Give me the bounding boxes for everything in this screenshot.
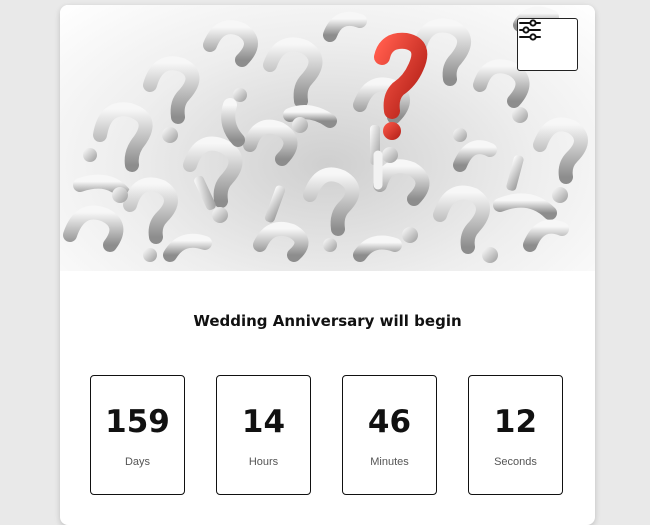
sliders-icon: [519, 19, 541, 41]
hours-tile: 14 Hours: [216, 375, 311, 495]
seconds-label: Seconds: [494, 456, 537, 468]
minutes-tile: 46 Minutes: [342, 375, 437, 495]
countdown-card: Wedding Anniversary will begin 159 Days …: [60, 5, 595, 525]
seconds-value: 12: [493, 404, 538, 440]
hours-value: 14: [241, 404, 286, 440]
minutes-value: 46: [367, 404, 412, 440]
seconds-tile: 12 Seconds: [468, 375, 563, 495]
question-marks-illustration: [63, 6, 588, 263]
hero-image: [60, 5, 595, 271]
hours-label: Hours: [248, 456, 279, 468]
minutes-label: Minutes: [370, 456, 409, 468]
days-tile: 159 Days: [90, 375, 185, 495]
red-question-mark: [374, 32, 428, 140]
settings-button[interactable]: [517, 18, 578, 71]
days-label: Days: [124, 456, 151, 468]
days-value: 159: [105, 404, 170, 440]
event-title: Wedding Anniversary will begin: [193, 312, 462, 330]
